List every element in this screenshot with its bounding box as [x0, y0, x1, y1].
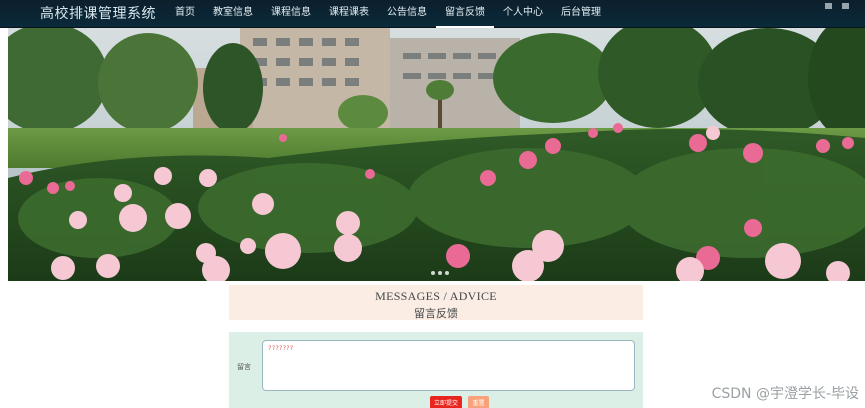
message-label: 留言: [237, 363, 251, 371]
message-form: 留言 ??????? 立即提交 重置: [229, 332, 643, 408]
window-icon-2[interactable]: [842, 3, 849, 9]
submit-button[interactable]: 立即提交: [430, 396, 462, 408]
section-header: MESSAGES / ADVICE 留言反馈: [229, 285, 643, 320]
hero-banner-image: [8, 28, 865, 281]
main-nav: 首页 教室信息 课程信息 课程课表 公告信息 留言反馈 个人中心 后台管理: [166, 0, 610, 28]
watermark-text: CSDN @宇澄学长-毕设: [711, 386, 859, 402]
message-textarea[interactable]: ???????: [262, 340, 635, 391]
section-title-en: MESSAGES / ADVICE: [375, 289, 497, 303]
site-title[interactable]: 高校排课管理系统: [40, 3, 156, 23]
nav-item-timetable[interactable]: 课程课表: [320, 0, 378, 28]
nav-item-profile[interactable]: 个人中心: [494, 0, 552, 28]
nav-item-home[interactable]: 首页: [166, 0, 204, 28]
section-title-cn: 留言反馈: [414, 307, 458, 320]
nav-item-admin[interactable]: 后台管理: [552, 0, 610, 28]
top-navbar: 高校排课管理系统 首页 教室信息 课程信息 课程课表 公告信息 留言反馈 个人中…: [0, 0, 865, 28]
nav-item-classroom[interactable]: 教室信息: [204, 0, 262, 28]
page: 高校排课管理系统 首页 教室信息 课程信息 课程课表 公告信息 留言反馈 个人中…: [0, 0, 865, 408]
reset-button[interactable]: 重置: [468, 396, 489, 408]
nav-item-course[interactable]: 课程信息: [262, 0, 320, 28]
nav-item-notice[interactable]: 公告信息: [378, 0, 436, 28]
nav-item-feedback[interactable]: 留言反馈: [436, 0, 494, 28]
window-controls: [825, 3, 849, 9]
window-icon-1[interactable]: [825, 3, 832, 9]
